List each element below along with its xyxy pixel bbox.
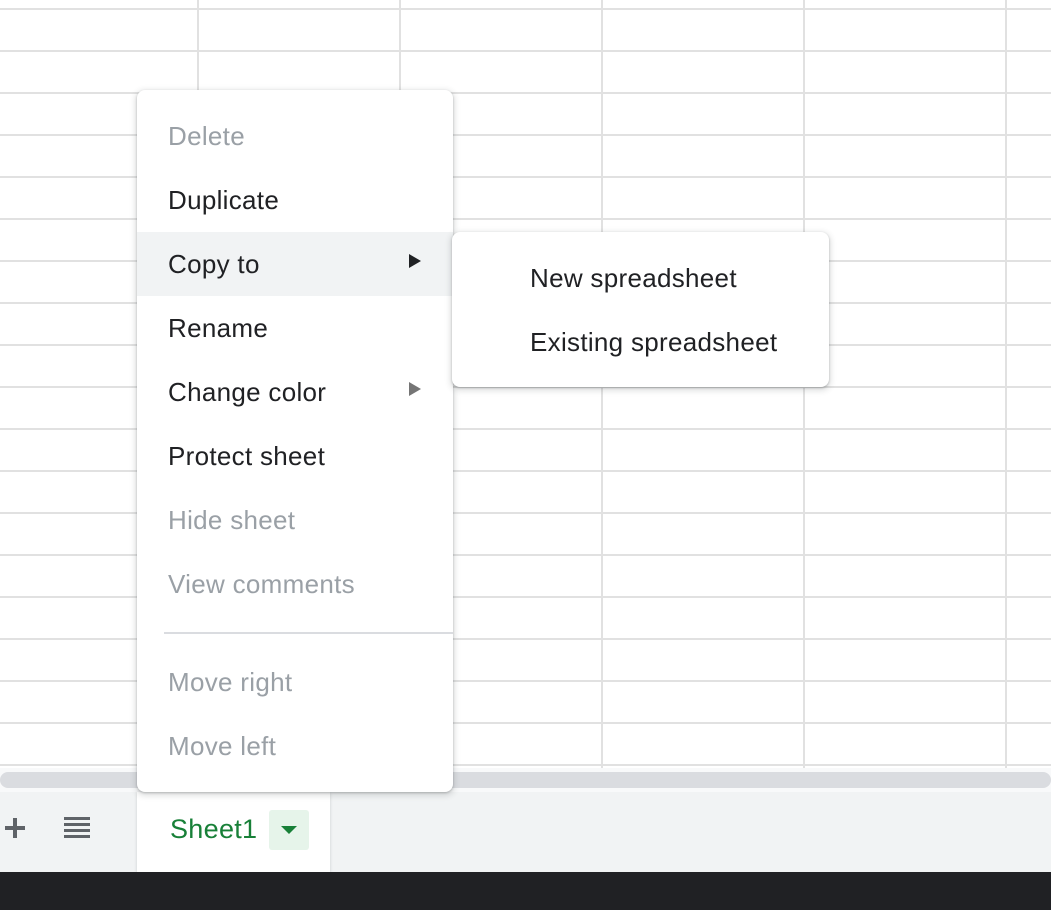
menu-item-label: Delete (168, 120, 245, 151)
menu-item-copy-to[interactable]: Copy to (137, 232, 453, 296)
menu-item-duplicate[interactable]: Duplicate (137, 168, 453, 232)
plus-icon (5, 818, 25, 838)
spreadsheet-window: Sheet1 Delete Duplicate Copy to Rename C… (0, 0, 1051, 910)
menu-item-label: Move right (168, 666, 293, 697)
menu-item-label: Rename (168, 312, 269, 343)
menu-item-rename[interactable]: Rename (137, 296, 453, 360)
menu-item-label: Copy to (168, 248, 260, 279)
menu-item-move-left: Move left (137, 714, 453, 778)
menu-item-protect-sheet[interactable]: Protect sheet (137, 424, 453, 488)
sheet-context-menu: Delete Duplicate Copy to Rename Change c… (137, 90, 453, 792)
menu-item-view-comments: View comments (137, 552, 453, 616)
os-taskbar (0, 872, 1051, 910)
menu-item-label: Change color (168, 376, 327, 407)
submenu-item-label: New spreadsheet (530, 262, 737, 293)
caret-down-icon (281, 826, 297, 834)
all-sheets-button[interactable] (60, 810, 94, 846)
menu-item-move-right: Move right (137, 650, 453, 714)
submenu-arrow-icon (409, 382, 421, 396)
menu-item-delete: Delete (137, 104, 453, 168)
submenu-item-new-spreadsheet[interactable]: New spreadsheet (452, 246, 829, 310)
sheet-tab-dropdown-button[interactable] (269, 810, 309, 850)
menu-item-label: Hide sheet (168, 504, 296, 535)
sheet-tab-label: Sheet1 (170, 814, 258, 844)
add-sheet-button[interactable] (0, 810, 30, 846)
menu-item-label: Protect sheet (168, 440, 326, 471)
menu-item-hide-sheet: Hide sheet (137, 488, 453, 552)
menu-item-label: View comments (168, 568, 355, 599)
menu-item-change-color[interactable]: Change color (137, 360, 453, 424)
menu-divider (164, 632, 453, 634)
copy-to-submenu: New spreadsheet Existing spreadsheet (452, 232, 829, 387)
submenu-item-existing-spreadsheet[interactable]: Existing spreadsheet (452, 310, 829, 374)
list-icon (64, 817, 90, 838)
submenu-arrow-icon (409, 254, 421, 268)
menu-item-label: Move left (168, 730, 277, 761)
menu-item-label: Duplicate (168, 184, 280, 215)
submenu-item-label: Existing spreadsheet (530, 326, 778, 357)
sheet-tab-sheet1[interactable]: Sheet1 (137, 792, 330, 872)
